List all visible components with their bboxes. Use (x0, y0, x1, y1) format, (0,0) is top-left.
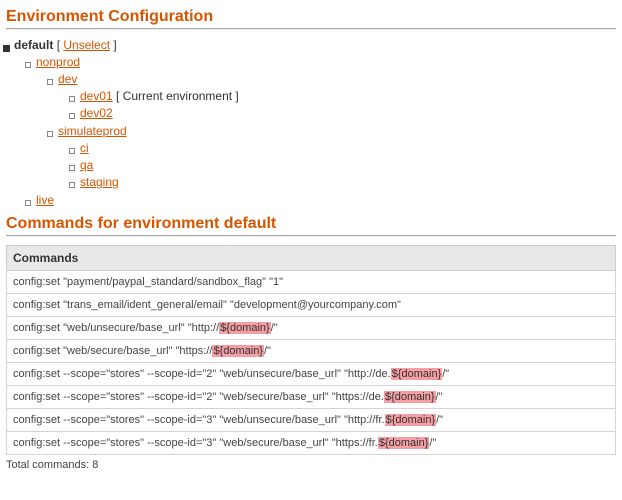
command-cell: config:set --scope="stores" --scope-id="… (7, 386, 616, 409)
tree-item-default: default [ Unselect ] nonprod dev dev01 [… (14, 38, 616, 207)
command-text: config:set --scope="stores" --scope-id="… (13, 414, 385, 426)
tree-item-simulateprod: simulateprod ci qa staging (58, 124, 616, 189)
tree-item-dev01: dev01 [ Current environment ] (80, 89, 616, 103)
env-link-ci[interactable]: ci (80, 141, 89, 155)
table-row: config:set "web/unsecure/base_url" "http… (7, 317, 616, 340)
commands-table: Commands config:set "payment/paypal_stan… (6, 245, 616, 455)
tree-item-qa: qa (80, 158, 616, 172)
table-row: config:set "trans_email/ident_general/em… (7, 294, 616, 317)
highlight-token: ${domain} (219, 322, 271, 334)
tree-item-nonprod: nonprod dev dev01 [ Current environment … (36, 55, 616, 189)
env-link-dev[interactable]: dev (58, 72, 77, 86)
command-cell: config:set "web/secure/base_url" "https:… (7, 340, 616, 363)
commands-header: Commands (7, 246, 616, 271)
command-text: /" (436, 414, 443, 426)
command-text: config:set "payment/paypal_standard/sand… (13, 276, 283, 288)
env-link-nonprod[interactable]: nonprod (36, 55, 80, 69)
command-text: /" (429, 437, 436, 449)
command-text: config:set --scope="stores" --scope-id="… (13, 437, 378, 449)
env-link-dev01[interactable]: dev01 (80, 89, 113, 103)
highlight-token: ${domain} (212, 345, 264, 357)
env-link-live[interactable]: live (36, 193, 54, 207)
command-cell: config:set --scope="stores" --scope-id="… (7, 363, 616, 386)
command-cell: config:set "web/unsecure/base_url" "http… (7, 317, 616, 340)
tree-item-live: live (36, 193, 616, 207)
table-row: config:set "web/secure/base_url" "https:… (7, 340, 616, 363)
command-text: config:set --scope="stores" --scope-id="… (13, 368, 391, 380)
env-link-dev02[interactable]: dev02 (80, 106, 113, 120)
highlight-token: ${domain} (385, 414, 437, 426)
table-row: config:set --scope="stores" --scope-id="… (7, 432, 616, 455)
current-env-label: [ Current environment ] (116, 89, 239, 103)
total-commands-label: Total commands: 8 (6, 459, 616, 471)
env-link-staging[interactable]: staging (80, 175, 119, 189)
command-text: config:set "web/unsecure/base_url" "http… (13, 322, 219, 334)
env-link-qa[interactable]: qa (80, 158, 93, 172)
highlight-token: ${domain} (391, 368, 443, 380)
highlight-token: ${domain} (378, 437, 430, 449)
command-text: config:set "trans_email/ident_general/em… (13, 299, 401, 311)
command-text: config:set "web/secure/base_url" "https:… (13, 345, 212, 357)
table-row: config:set "payment/paypal_standard/sand… (7, 271, 616, 294)
divider (6, 235, 616, 237)
tree-label-default: default (14, 38, 53, 52)
section-title-commands: Commands for environment default (6, 215, 616, 233)
command-cell: config:set --scope="stores" --scope-id="… (7, 432, 616, 455)
environment-tree: default [ Unselect ] nonprod dev dev01 [… (6, 38, 616, 207)
table-row: config:set --scope="stores" --scope-id="… (7, 386, 616, 409)
tree-item-dev: dev dev01 [ Current environment ] dev02 (58, 72, 616, 120)
command-text: /" (264, 345, 271, 357)
divider (6, 28, 616, 30)
command-cell: config:set "trans_email/ident_general/em… (7, 294, 616, 317)
section-title-env-config: Environment Configuration (6, 8, 616, 26)
command-cell: config:set "payment/paypal_standard/sand… (7, 271, 616, 294)
command-text: /" (442, 368, 449, 380)
bracket-close: ] (113, 38, 116, 52)
tree-item-dev02: dev02 (80, 106, 616, 120)
command-cell: config:set --scope="stores" --scope-id="… (7, 409, 616, 432)
unselect-link[interactable]: Unselect (63, 38, 110, 52)
command-text: /" (271, 322, 278, 334)
tree-item-ci: ci (80, 141, 616, 155)
highlight-token: ${domain} (384, 391, 436, 403)
tree-item-staging: staging (80, 175, 616, 189)
command-text: config:set --scope="stores" --scope-id="… (13, 391, 384, 403)
command-text: /" (436, 391, 443, 403)
env-link-simulateprod[interactable]: simulateprod (58, 124, 127, 138)
table-row: config:set --scope="stores" --scope-id="… (7, 409, 616, 432)
table-row: config:set --scope="stores" --scope-id="… (7, 363, 616, 386)
